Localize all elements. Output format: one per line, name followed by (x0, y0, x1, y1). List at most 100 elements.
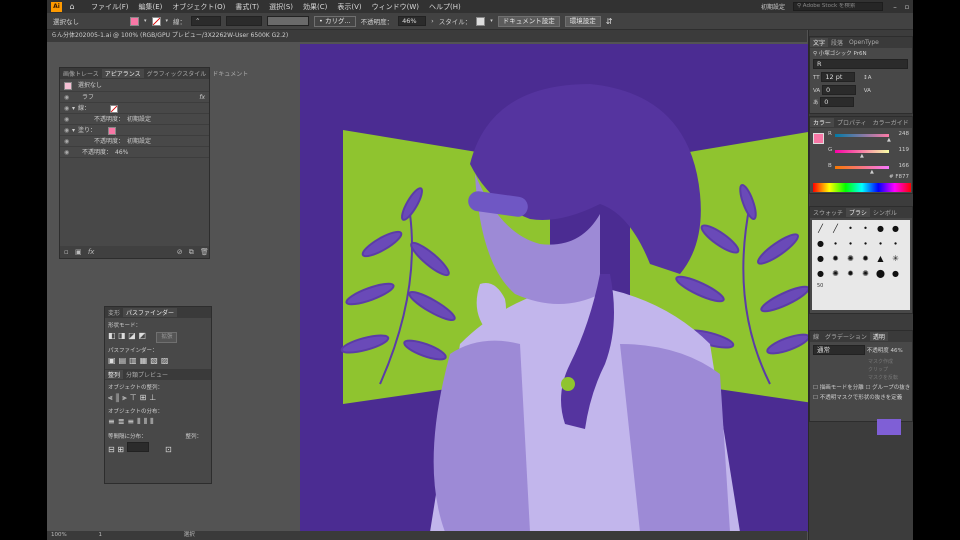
brush-item[interactable]: ✺ (844, 252, 857, 265)
green-value[interactable]: 119 (899, 147, 910, 153)
red-slider[interactable] (835, 134, 889, 137)
expand-button[interactable]: 拡張 (156, 332, 178, 343)
brush-item[interactable]: ✹ (859, 252, 872, 265)
blue-slider-thumb[interactable]: ▲ (870, 169, 874, 175)
menu-file[interactable]: ファイル(F) (86, 2, 134, 12)
trim-icon[interactable]: ▤ (119, 356, 130, 365)
menu-select[interactable]: 選択(S) (264, 2, 298, 12)
chevron-right-icon[interactable]: › (431, 17, 434, 25)
clear-appearance-icon[interactable]: ⊘ (177, 248, 183, 256)
red-value[interactable]: 248 (899, 131, 910, 137)
tab-pathfinder[interactable]: パスファインダー (123, 308, 178, 317)
fx-icon[interactable]: fx (199, 92, 205, 103)
tab-color[interactable]: カラー (810, 118, 835, 127)
appearance-row-opacity[interactable]: ◉ 不透明度： 46% (60, 147, 209, 158)
align-left-icon[interactable]: ⫷ (108, 393, 116, 402)
home-icon[interactable]: ⌂ (66, 2, 78, 11)
tab-color-guide[interactable]: カラーガイド (870, 118, 912, 127)
brush-item[interactable]: ✺ (829, 267, 842, 280)
outline-icon[interactable]: ▧ (150, 356, 161, 365)
intersect-icon[interactable]: ◪ (128, 331, 136, 340)
brush-definition[interactable] (267, 16, 310, 26)
brush-item[interactable]: • (859, 222, 872, 235)
menu-edit[interactable]: 編集(E) (134, 2, 168, 12)
fill-swatch[interactable] (108, 126, 117, 135)
eye-icon[interactable]: ◉ (64, 92, 72, 103)
tab-document[interactable]: ドキュメント (209, 69, 251, 78)
page-number[interactable]: 1 (98, 532, 102, 538)
stroke-swatch[interactable] (110, 104, 119, 113)
distribute-top-icon[interactable]: ≡ (108, 417, 118, 426)
align-vcenter-icon[interactable]: ⊞ (140, 393, 150, 402)
crop-icon[interactable]: ▦ (140, 356, 151, 365)
tab-separation-preview[interactable]: 分類プレビュー (123, 370, 171, 379)
menu-view[interactable]: 表示(V) (332, 2, 366, 12)
appearance-row-fill[interactable]: ◉ ▾ 塗り： (60, 125, 209, 136)
align-right-icon[interactable]: ⫸ (122, 393, 130, 402)
stroke-swatch[interactable] (151, 16, 161, 26)
align-top-icon[interactable]: ⊤ (130, 393, 140, 402)
tab-transparency[interactable]: 透明 (869, 332, 888, 341)
tab-align[interactable]: 整列 (105, 370, 124, 379)
tab-properties[interactable]: プロパティ (834, 118, 870, 127)
brush-item[interactable]: ∙ (874, 237, 887, 250)
opacity-label[interactable]: 不透明度： (361, 16, 394, 26)
appearance-row-stroke[interactable]: ◉ ▾ 線： (60, 103, 209, 114)
duplicate-icon[interactable]: ⧉ (189, 248, 194, 256)
invert-mask-checkbox[interactable]: マスクを反転 (868, 374, 912, 382)
vertical-spacing-icon[interactable]: ⊟ (108, 445, 115, 454)
brush-item[interactable]: ∙ (859, 237, 872, 250)
tab-graphic-styles[interactable]: グラフィックスタイル (144, 69, 210, 78)
align-bottom-icon[interactable]: ⊥ (149, 393, 159, 402)
transparency-opacity-value[interactable]: 46% (891, 348, 903, 354)
font-size-input[interactable]: 12 pt (821, 72, 856, 82)
blue-slider[interactable] (835, 166, 889, 169)
tab-symbols[interactable]: シンボル (870, 208, 900, 217)
tab-paragraph[interactable]: 段落 (828, 38, 846, 47)
maximize-icon[interactable]: ▫ (901, 3, 913, 11)
distribute-bottom-icon[interactable]: ≡ (127, 417, 137, 426)
green-slider-thumb[interactable]: ▲ (860, 153, 864, 159)
font-style-input[interactable]: R (813, 59, 908, 69)
menu-window[interactable]: ウィンドウ(W) (367, 2, 424, 12)
eye-icon[interactable]: ◉ (64, 114, 72, 125)
tab-stroke[interactable]: 線 (810, 332, 822, 341)
distribute-vcenter-icon[interactable]: ≣ (118, 417, 128, 426)
add-stroke-icon[interactable]: ▣ (75, 248, 82, 256)
arrange-icon[interactable]: ⇵ (606, 17, 613, 26)
blend-mode-select[interactable]: 通常 (813, 345, 865, 355)
brush-definition-select[interactable]: • カリグ... (314, 15, 356, 27)
variable-width-profile[interactable] (226, 16, 263, 26)
brush-item[interactable]: ● (889, 222, 902, 235)
minus-back-icon[interactable]: ▨ (161, 356, 172, 365)
merge-icon[interactable]: ▥ (129, 356, 140, 365)
menu-type[interactable]: 書式(T) (230, 2, 264, 12)
eye-icon[interactable]: ◉ (64, 103, 72, 114)
align-to-selection-icon[interactable]: ⊡ (165, 445, 172, 454)
opacity-input[interactable]: 46% (398, 16, 427, 26)
brush-item[interactable]: ╱ (829, 222, 842, 235)
brush-item[interactable]: ∙ (889, 237, 902, 250)
brush-item[interactable]: ● (814, 237, 827, 250)
brush-item[interactable]: ● (874, 222, 887, 235)
leading-input[interactable]: 0 (820, 97, 855, 107)
brush-item[interactable]: ▲ (874, 252, 887, 265)
exclude-icon[interactable]: ◩ (138, 331, 146, 340)
workspace-switcher[interactable]: 初期設定 (761, 2, 785, 11)
chevron-down-icon[interactable]: ▾ (144, 18, 147, 24)
zoom-value[interactable]: 100% (51, 532, 67, 538)
brush-item[interactable]: ✹ (844, 267, 857, 280)
eye-icon[interactable]: ◉ (64, 136, 72, 147)
spacing-input[interactable] (126, 442, 149, 452)
brush-item[interactable]: ∙ (829, 237, 842, 250)
chevron-down-icon[interactable]: ▾ (490, 18, 493, 24)
hex-value[interactable]: # F877 (889, 174, 909, 180)
menu-effect[interactable]: 効果(C) (298, 2, 332, 12)
font-family-row[interactable]: ⚲ 小塚ゴシック Pr6N (810, 48, 912, 58)
brush-item[interactable]: ✹ (829, 252, 842, 265)
chevron-down-icon[interactable]: ▾ (166, 18, 169, 24)
make-mask-button[interactable]: マスク作成 (868, 358, 912, 366)
brush-item[interactable]: ✺ (859, 267, 872, 280)
trash-icon[interactable]: 🗑 (200, 248, 209, 256)
eye-icon[interactable]: ◉ (64, 125, 72, 136)
